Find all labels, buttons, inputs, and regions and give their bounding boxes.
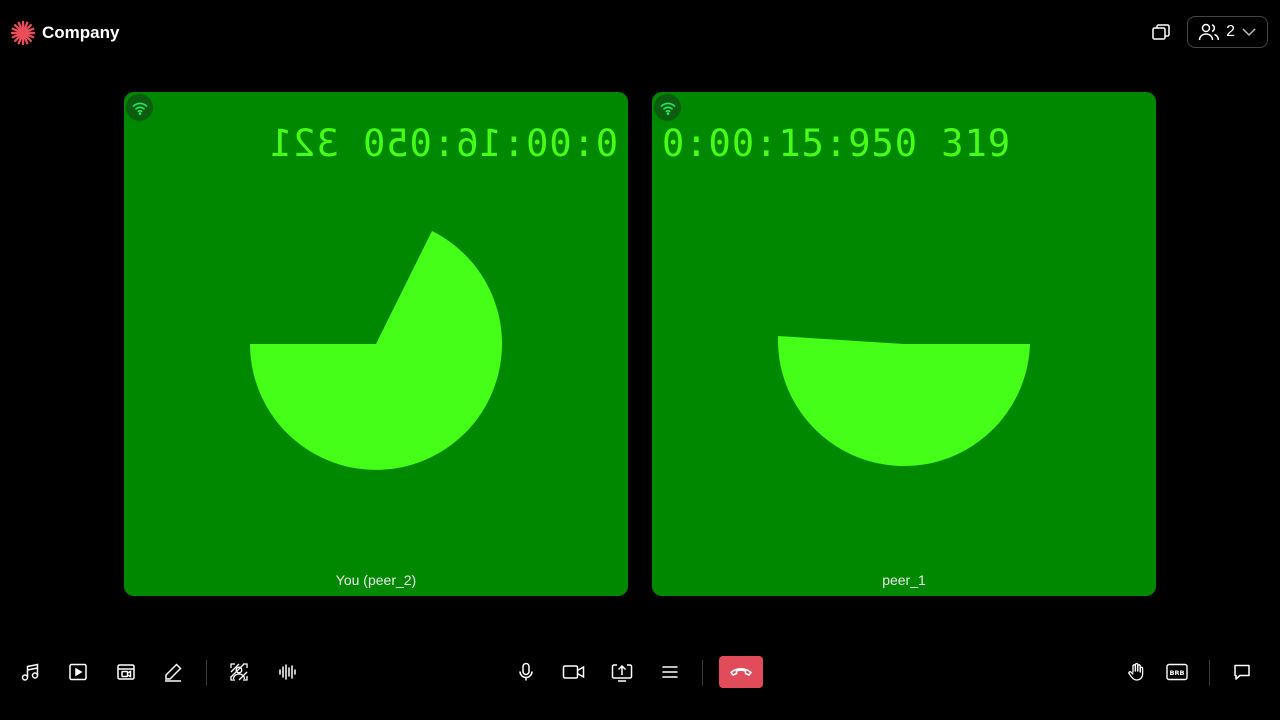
video-tile-remote[interactable]: 0:00:15:950 319 peer_1 xyxy=(652,92,1156,596)
video-tile-local[interactable]: 0:00:16:050 321 You (peer_2) xyxy=(124,92,628,596)
brand-logo: Company xyxy=(10,20,119,46)
share-video-button[interactable] xyxy=(108,654,144,690)
brb-label: BRB xyxy=(1170,669,1185,677)
leave-call-button[interactable] xyxy=(719,656,763,688)
virtual-background-icon xyxy=(230,663,248,681)
chat-icon xyxy=(1234,664,1250,680)
camera-button[interactable] xyxy=(556,654,592,690)
peer-count: 2 xyxy=(1226,23,1235,40)
wifi-icon xyxy=(132,102,147,115)
video-share-icon xyxy=(117,664,135,680)
whiteboard-button[interactable] xyxy=(155,654,191,690)
virtual-background-button[interactable] xyxy=(221,654,257,690)
timecode-overlay: 0:00:16:050 321 xyxy=(268,122,618,165)
peer-name-label: You (peer_2) xyxy=(335,572,417,588)
microphone-button[interactable] xyxy=(508,654,544,690)
noise-suppression-button[interactable] xyxy=(269,654,305,690)
camera-icon xyxy=(562,665,585,679)
noise-suppression-icon xyxy=(279,664,296,680)
pip-icon xyxy=(1152,24,1170,40)
brb-icon: BRB xyxy=(1166,663,1188,681)
microphone-icon xyxy=(519,662,533,681)
toolbar-divider xyxy=(1209,660,1210,686)
pip-button[interactable] xyxy=(1145,16,1177,48)
hand-raise-icon xyxy=(1128,663,1144,681)
whiteboard-icon xyxy=(165,663,182,682)
wifi-icon xyxy=(660,102,675,115)
test-pattern-shape xyxy=(777,336,1030,467)
participants-icon xyxy=(1198,23,1220,41)
chat-button[interactable] xyxy=(1224,654,1260,690)
brand-name: Company xyxy=(42,23,120,42)
toolbar-divider xyxy=(206,660,207,686)
screenshare-icon xyxy=(611,664,633,682)
company-logo-icon xyxy=(10,20,36,46)
peer-name-label: peer_1 xyxy=(882,572,926,588)
music-icon xyxy=(21,663,39,681)
test-pattern-shape xyxy=(250,231,502,470)
participants-button[interactable]: 2 xyxy=(1187,16,1268,48)
chevron-down-icon xyxy=(1242,28,1256,37)
connection-quality-badge xyxy=(654,94,681,121)
raise-hand-button[interactable] xyxy=(1118,654,1154,690)
more-options-button[interactable] xyxy=(652,654,688,690)
screenshare-button[interactable] xyxy=(604,654,640,690)
hang-up-icon xyxy=(730,667,752,676)
video-play-icon xyxy=(69,663,87,681)
timecode-overlay: 0:00:15:950 319 xyxy=(662,122,1012,165)
toolbar-divider xyxy=(702,660,703,686)
connection-quality-badge xyxy=(126,94,153,121)
more-options-icon xyxy=(662,666,678,678)
play-video-button[interactable] xyxy=(60,654,96,690)
bottom-toolbar: BRB xyxy=(0,652,1280,692)
brb-button[interactable]: BRB xyxy=(1159,654,1195,690)
music-button[interactable] xyxy=(12,654,48,690)
